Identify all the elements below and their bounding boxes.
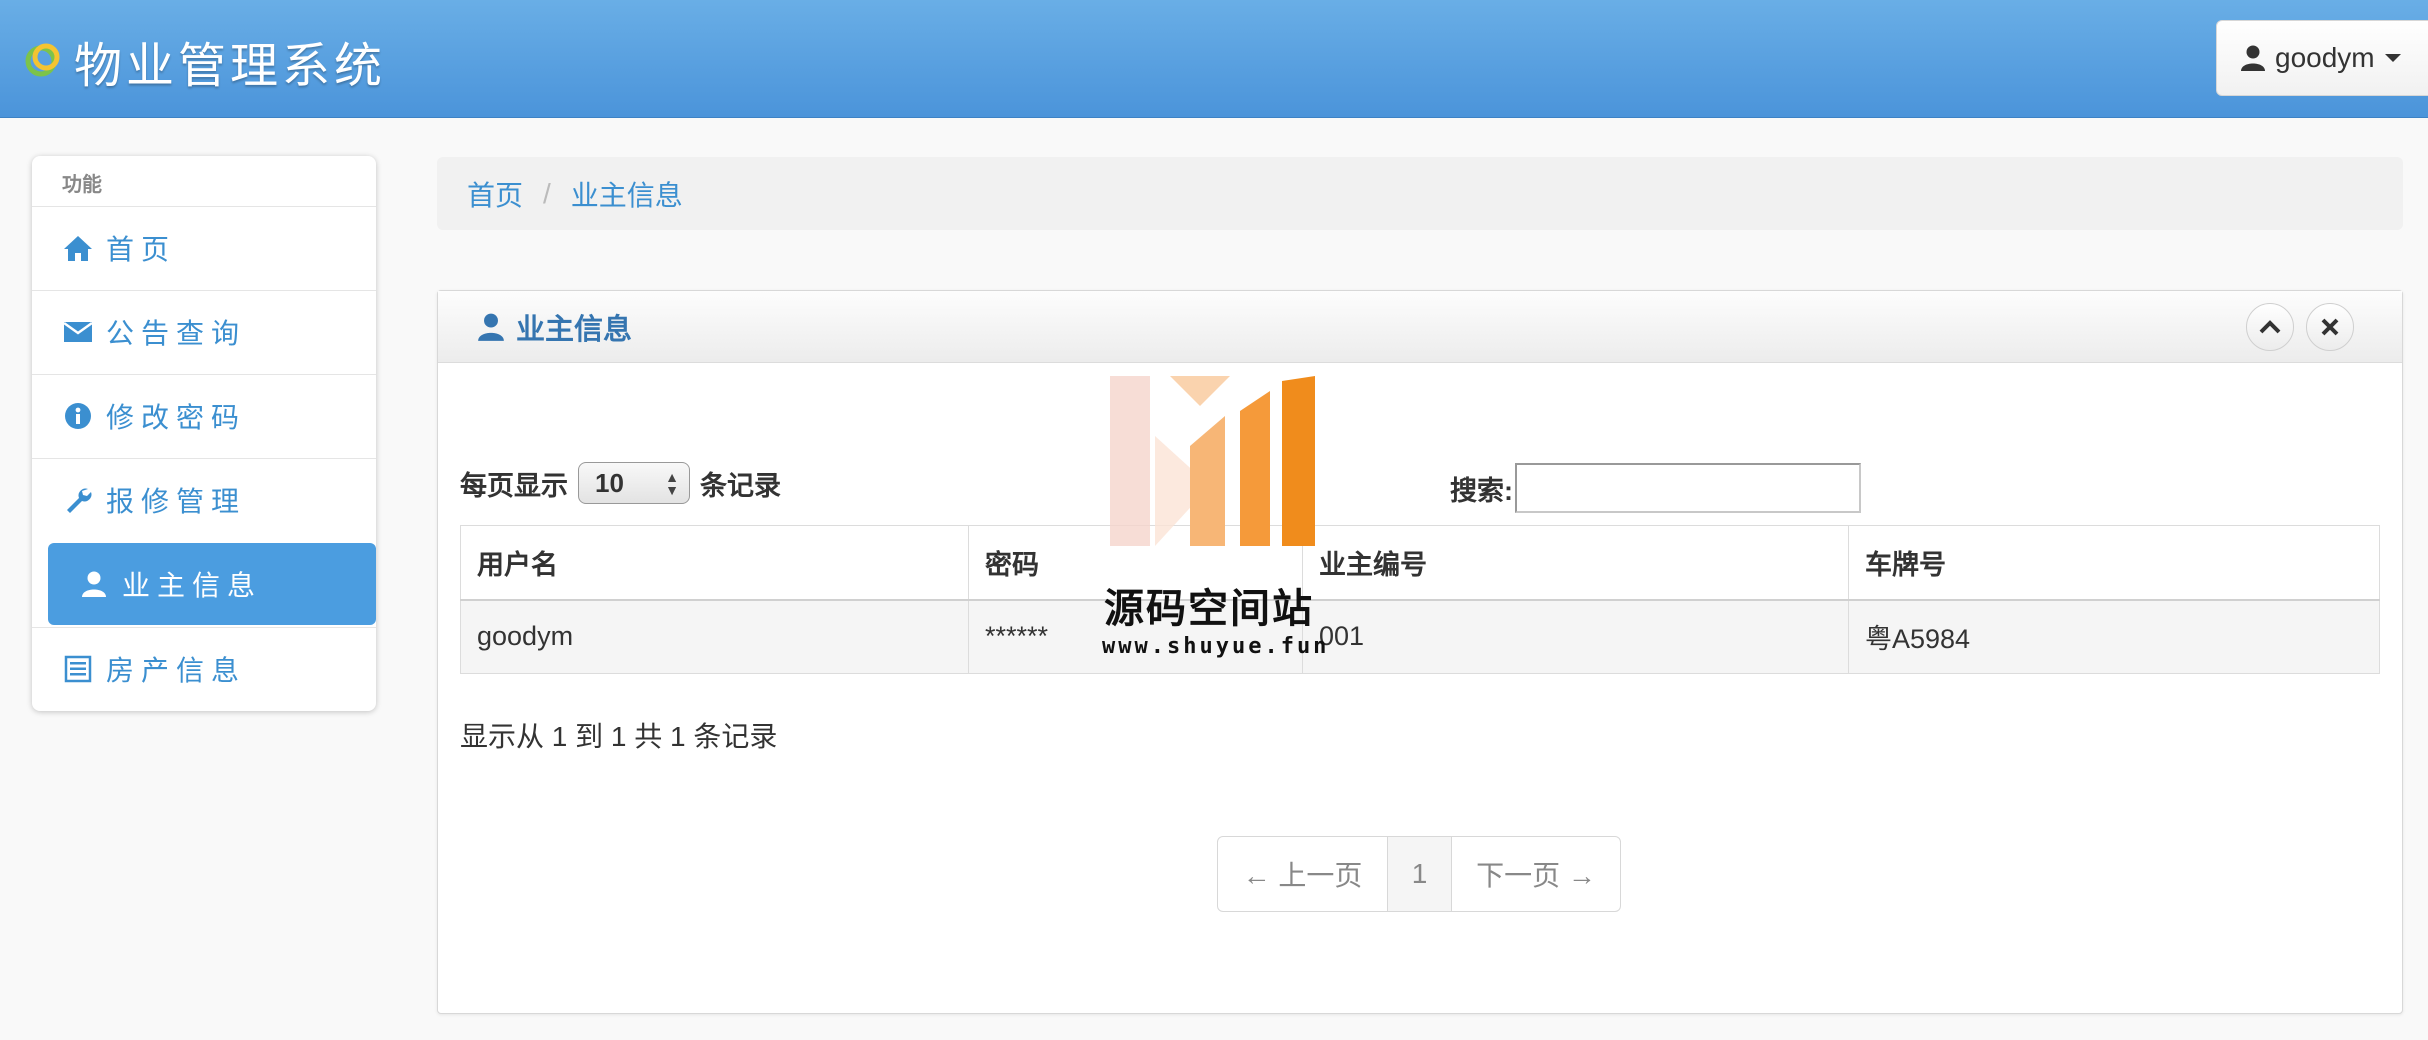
panel-header: 业主信息: [438, 291, 2402, 363]
watermark-url: www.shuyue.fun: [1102, 634, 1330, 659]
top-navbar: 物业管理系统 goodym: [0, 0, 2428, 118]
sidebar-item-property-info[interactable]: 房产信息: [32, 627, 376, 709]
sidebar-item-label: 业主信息: [122, 570, 263, 601]
sidebar-header: 功能: [62, 174, 102, 196]
prev-page-button[interactable]: ← 上一页: [1218, 837, 1388, 911]
app-title[interactable]: 物业管理系统: [74, 26, 386, 96]
cell-username: goodym: [460, 599, 969, 674]
chevron-up-icon: [2259, 320, 2281, 334]
user-menu-button[interactable]: goodym: [2216, 20, 2428, 96]
sidebar-item-label: 报修管理: [106, 485, 247, 517]
sidebar-item-label: 修改密码: [106, 401, 247, 433]
info-icon: [62, 400, 94, 432]
envelope-icon: [62, 316, 94, 348]
search-control: 搜索:: [1450, 463, 1861, 513]
page-length-value: 10: [595, 467, 624, 498]
list-icon: [62, 653, 94, 685]
column-header-username[interactable]: 用户名: [460, 525, 969, 601]
user-icon: [2241, 45, 2265, 71]
sidebar-item-announcements[interactable]: 公告查询: [32, 290, 376, 372]
column-header-owner-id[interactable]: 业主编号: [1302, 525, 1849, 601]
sidebar-item-home[interactable]: 首页: [32, 206, 376, 288]
watermark-title: 源码空间站: [1104, 587, 1314, 631]
user-icon: [78, 568, 110, 600]
select-arrows-icon: ▲ ▼: [665, 469, 679, 498]
breadcrumb: 首页 / 业主信息: [437, 157, 2403, 230]
home-icon: [62, 232, 94, 264]
sidebar-item-change-password[interactable]: 修改密码: [32, 374, 376, 456]
panel-title: 业主信息: [516, 313, 633, 346]
breadcrumb-separator: /: [543, 177, 551, 209]
pagination: ← 上一页 1 下一页 →: [1217, 836, 1621, 912]
caret-down-icon: [2384, 54, 2401, 62]
user-name: goodym: [2275, 42, 2375, 73]
close-button[interactable]: [2306, 303, 2354, 351]
table-info: 显示从 1 到 1 共 1 条记录: [460, 721, 778, 752]
column-header-plate[interactable]: 车牌号: [1848, 525, 2380, 601]
next-page-button[interactable]: 下一页 →: [1452, 837, 1620, 911]
cell-plate: 粤A5984: [1848, 599, 2380, 674]
logo-icon: [25, 43, 60, 77]
owner-info-panel: 业主信息 每页显示 10 ▲▼ 条记录 搜索: 用户名 密码 业主编号 车牌号: [437, 290, 2403, 1014]
wrench-icon: [62, 484, 94, 516]
close-icon: [2321, 318, 2339, 336]
page-length-control: 每页显示 10 ▲ ▼ 条记录: [460, 461, 781, 505]
cell-owner-id: 001: [1302, 599, 1849, 674]
owner-table: 用户名 密码 业主编号 车牌号 goodym ****** 001 粤A5984: [460, 525, 2380, 674]
sidebar-item-repairs[interactable]: 报修管理: [32, 458, 376, 540]
table-header-row: 用户名 密码 业主编号 车牌号: [460, 525, 2380, 601]
breadcrumb-home-link[interactable]: 首页: [467, 174, 523, 214]
sidebar-item-label: 公告查询: [106, 317, 247, 349]
sidebar-item-owner-info[interactable]: 业主信息: [48, 543, 376, 625]
search-input[interactable]: [1515, 463, 1861, 513]
collapse-button[interactable]: [2246, 303, 2294, 351]
table-row[interactable]: goodym ****** 001 粤A5984: [460, 599, 2380, 674]
sidebar: 功能 首页 公告查询 修改密码 报修管理 业主信息 房产信息: [32, 156, 376, 711]
page-length-prefix: 每页显示: [460, 470, 568, 501]
page-length-select[interactable]: 10 ▲ ▼: [578, 462, 690, 504]
breadcrumb-current-link[interactable]: 业主信息: [571, 174, 683, 214]
page-number-button[interactable]: 1: [1388, 837, 1452, 911]
user-icon: [478, 313, 504, 341]
search-label: 搜索:: [1450, 475, 1513, 506]
sidebar-item-label: 房产信息: [106, 654, 247, 686]
page-length-suffix: 条记录: [700, 470, 781, 501]
sidebar-item-label: 首页: [106, 233, 177, 265]
